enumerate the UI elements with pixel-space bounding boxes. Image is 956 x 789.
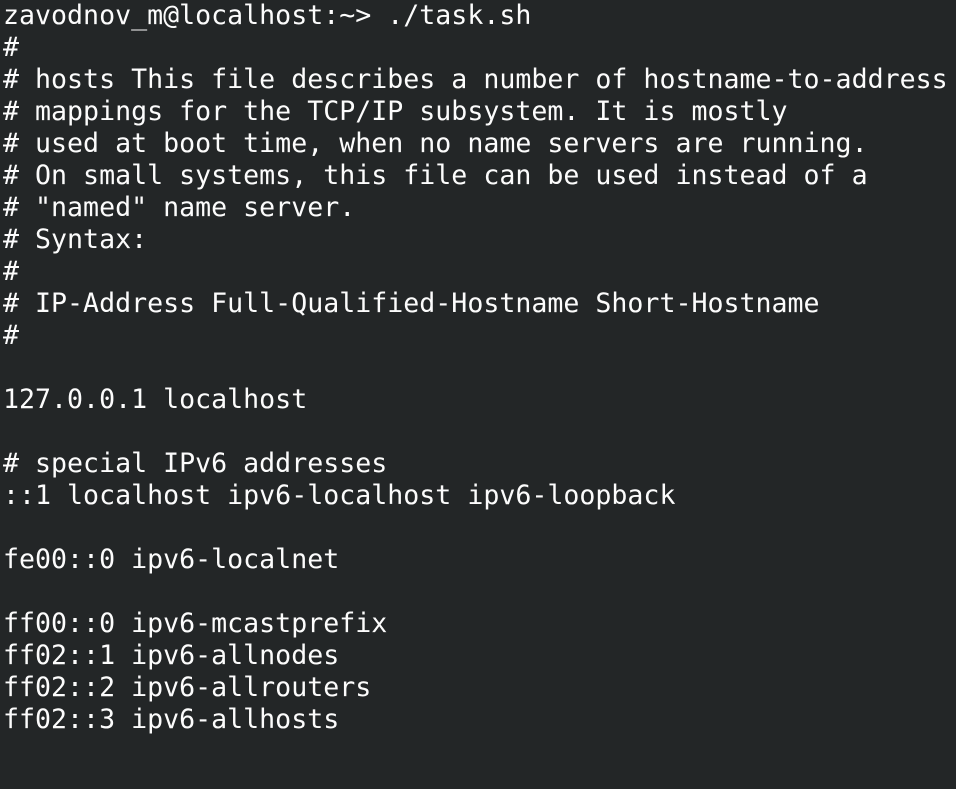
output-line: # hosts This file describes a number of … bbox=[3, 64, 948, 95]
shell-prompt-line: zavodnov_m@localhost:~> ./task.sh bbox=[3, 0, 532, 31]
output-line: ff00::0 ipv6-mcastprefix bbox=[3, 608, 388, 639]
output-line: ff02::2 ipv6-allrouters bbox=[3, 672, 372, 703]
output-line: ff02::1 ipv6-allnodes bbox=[3, 640, 340, 671]
output-line: # Syntax: bbox=[3, 224, 148, 255]
output-line: 127.0.0.1 localhost bbox=[3, 384, 308, 415]
output-line: # On small systems, this file can be use… bbox=[3, 160, 868, 191]
output-line: ::1 localhost ipv6-localhost ipv6-loopba… bbox=[3, 480, 676, 511]
output-line: ff02::3 ipv6-allhosts bbox=[3, 704, 340, 735]
output-line: # bbox=[3, 256, 20, 287]
output-line: # bbox=[3, 320, 20, 351]
output-line: # used at boot time, when no name server… bbox=[3, 128, 868, 159]
output-line: # IP-Address Full-Qualified-Hostname Sho… bbox=[3, 288, 820, 319]
output-line: # "named" name server. bbox=[3, 192, 356, 223]
output-line: # bbox=[3, 32, 20, 63]
output-line: fe00::0 ipv6-localnet bbox=[3, 544, 340, 575]
terminal-output[interactable]: zavodnov_m@localhost:~> ./task.sh # # host… bbox=[3, 0, 956, 789]
output-line: # special IPv6 addresses bbox=[3, 448, 388, 479]
output-line: # mappings for the TCP/IP subsystem. It … bbox=[3, 96, 788, 127]
